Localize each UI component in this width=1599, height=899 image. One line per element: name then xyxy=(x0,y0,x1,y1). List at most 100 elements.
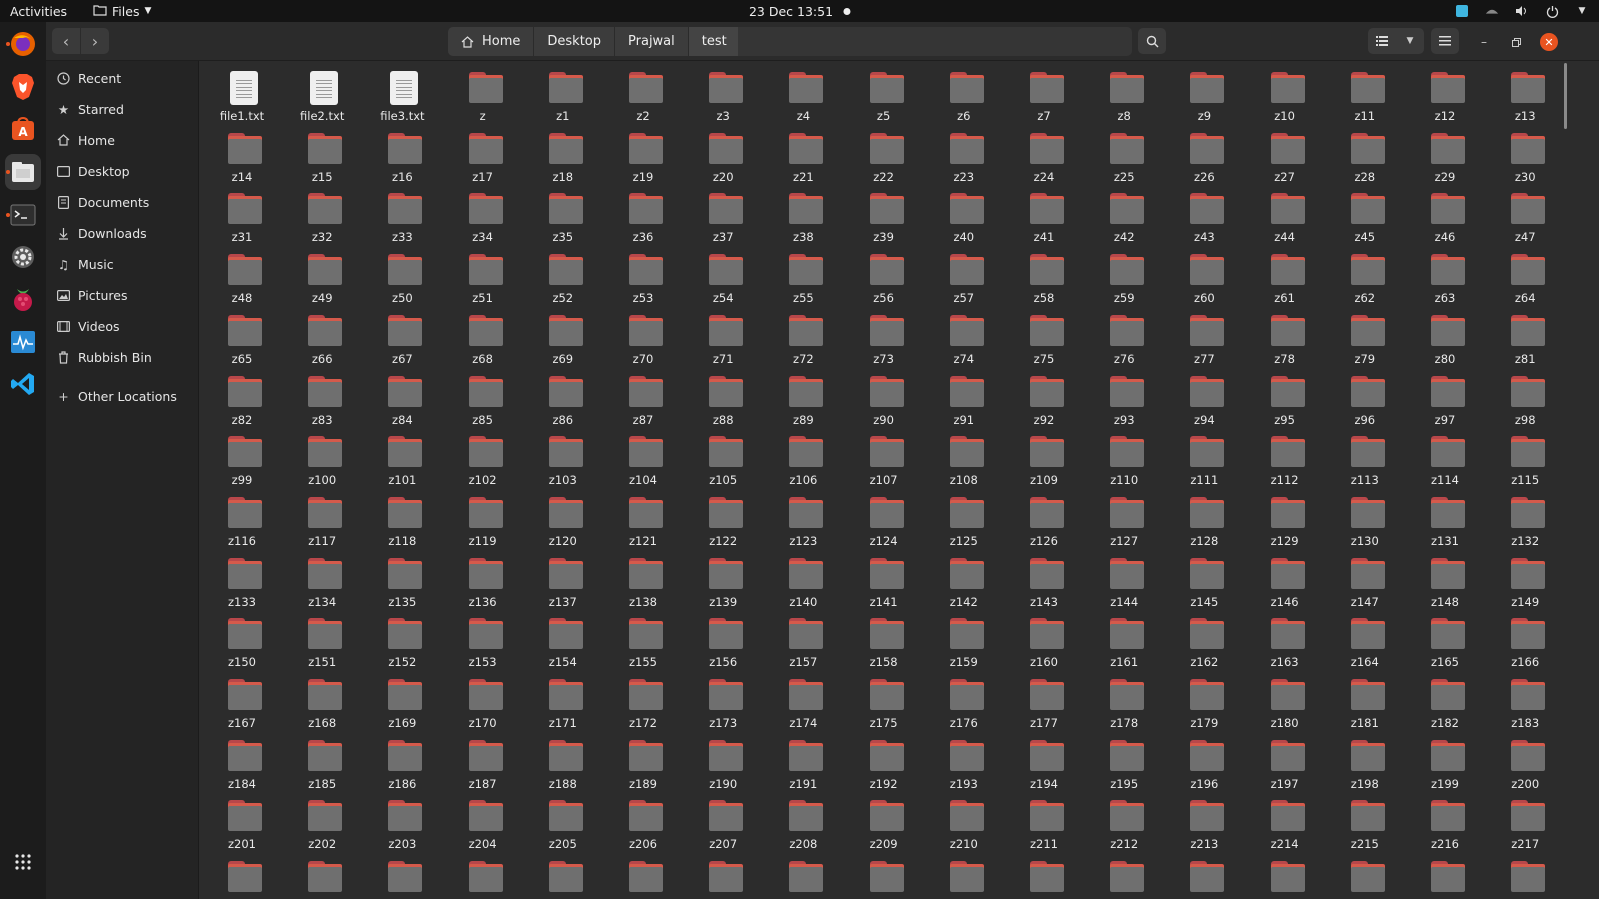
folder-item[interactable]: z53 xyxy=(604,247,682,307)
crumb-prajwal[interactable]: Prajwal xyxy=(615,27,689,56)
folder-item[interactable]: z191 xyxy=(764,733,842,793)
folder-item[interactable]: z100 xyxy=(283,429,361,489)
folder-item[interactable]: z2 xyxy=(604,65,682,125)
folder-item[interactable]: z176 xyxy=(925,672,1003,732)
view-options-button[interactable]: ▼ xyxy=(1396,28,1424,54)
folder-item[interactable]: z89 xyxy=(764,369,842,429)
folder-item[interactable]: z163 xyxy=(1246,611,1324,671)
folder-item[interactable]: z48 xyxy=(203,247,281,307)
folder-item[interactable]: z199 xyxy=(1406,733,1484,793)
folder-item[interactable]: z198 xyxy=(1326,733,1404,793)
folder-item[interactable]: z168 xyxy=(283,672,361,732)
folder-item[interactable] xyxy=(524,854,602,899)
folder-item[interactable]: z193 xyxy=(925,733,1003,793)
folder-item[interactable]: z128 xyxy=(1165,490,1243,550)
folder-item[interactable]: z181 xyxy=(1326,672,1404,732)
folder-item[interactable]: z111 xyxy=(1165,429,1243,489)
folder-item[interactable]: z77 xyxy=(1165,308,1243,368)
folder-item[interactable]: z17 xyxy=(444,126,522,186)
folder-item[interactable]: z43 xyxy=(1165,186,1243,246)
dock-settings[interactable] xyxy=(5,239,41,275)
folder-item[interactable]: z92 xyxy=(1005,369,1083,429)
file-item[interactable]: file3.txt xyxy=(363,65,441,125)
folder-item[interactable]: z141 xyxy=(845,551,923,611)
folder-item[interactable]: z183 xyxy=(1486,672,1563,732)
folder-item[interactable]: z101 xyxy=(363,429,441,489)
folder-item[interactable]: z161 xyxy=(1085,611,1163,671)
close-button[interactable]: ✕ xyxy=(1540,33,1558,51)
folder-item[interactable]: z78 xyxy=(1246,308,1324,368)
sidebar-item-music[interactable]: ♫ Music xyxy=(46,250,199,278)
app-menu[interactable]: Files ▼ xyxy=(93,4,151,19)
folder-item[interactable]: z82 xyxy=(203,369,281,429)
folder-item[interactable]: z37 xyxy=(684,186,762,246)
folder-item[interactable]: z99 xyxy=(203,429,281,489)
folder-item[interactable]: z18 xyxy=(524,126,602,186)
folder-item[interactable]: z208 xyxy=(764,793,842,853)
folder-item[interactable]: z52 xyxy=(524,247,602,307)
search-button[interactable] xyxy=(1138,28,1166,54)
folder-item[interactable]: z212 xyxy=(1085,793,1163,853)
folder-item[interactable]: z211 xyxy=(1005,793,1083,853)
folder-item[interactable]: z179 xyxy=(1165,672,1243,732)
folder-item[interactable]: z56 xyxy=(845,247,923,307)
folder-item[interactable] xyxy=(1246,854,1324,899)
folder-item[interactable]: z83 xyxy=(283,369,361,429)
folder-item[interactable]: z189 xyxy=(604,733,682,793)
folder-item[interactable]: z70 xyxy=(604,308,682,368)
folder-item[interactable]: z187 xyxy=(444,733,522,793)
folder-item[interactable]: z59 xyxy=(1085,247,1163,307)
sidebar-item-recent[interactable]: Recent xyxy=(46,64,199,92)
folder-item[interactable]: z214 xyxy=(1246,793,1324,853)
folder-item[interactable]: z180 xyxy=(1246,672,1324,732)
folder-item[interactable]: z213 xyxy=(1165,793,1243,853)
folder-item[interactable]: z40 xyxy=(925,186,1003,246)
folder-item[interactable] xyxy=(1406,854,1484,899)
folder-item[interactable]: z164 xyxy=(1326,611,1404,671)
folder-item[interactable]: z24 xyxy=(1005,126,1083,186)
folder-item[interactable]: z182 xyxy=(1406,672,1484,732)
folder-item[interactable]: z7 xyxy=(1005,65,1083,125)
folder-item[interactable]: z202 xyxy=(283,793,361,853)
folder-item[interactable]: z15 xyxy=(283,126,361,186)
folder-item[interactable] xyxy=(283,854,361,899)
folder-item[interactable]: z35 xyxy=(524,186,602,246)
folder-item[interactable]: z194 xyxy=(1005,733,1083,793)
folder-item[interactable]: z61 xyxy=(1246,247,1324,307)
chevron-down-icon[interactable]: ▼ xyxy=(1575,4,1589,18)
folder-item[interactable]: z129 xyxy=(1246,490,1324,550)
folder-item[interactable]: z112 xyxy=(1246,429,1324,489)
folder-item[interactable]: z72 xyxy=(764,308,842,368)
folder-item[interactable]: z177 xyxy=(1005,672,1083,732)
folder-item[interactable]: z116 xyxy=(203,490,281,550)
sidebar-item-starred[interactable]: ★ Starred xyxy=(46,95,199,123)
folder-item[interactable]: z178 xyxy=(1085,672,1163,732)
folder-item[interactable]: z57 xyxy=(925,247,1003,307)
folder-item[interactable]: z108 xyxy=(925,429,1003,489)
folder-item[interactable]: z185 xyxy=(283,733,361,793)
sidebar-item-documents[interactable]: Documents xyxy=(46,188,199,216)
folder-item[interactable]: z206 xyxy=(604,793,682,853)
system-tray[interactable]: ▼ xyxy=(1455,4,1589,18)
folder-item[interactable]: z8 xyxy=(1085,65,1163,125)
folder-item[interactable]: z215 xyxy=(1326,793,1404,853)
folder-item[interactable]: z67 xyxy=(363,308,441,368)
folder-item[interactable]: z171 xyxy=(524,672,602,732)
sidebar-item-other-locations[interactable]: + Other Locations xyxy=(46,382,199,410)
folder-item[interactable]: z88 xyxy=(684,369,762,429)
folder-item[interactable]: z20 xyxy=(684,126,762,186)
sidebar-item-downloads[interactable]: Downloads xyxy=(46,219,199,247)
folder-item[interactable]: z66 xyxy=(283,308,361,368)
folder-item[interactable]: z25 xyxy=(1085,126,1163,186)
folder-item[interactable]: z12 xyxy=(1406,65,1484,125)
folder-item[interactable]: z11 xyxy=(1326,65,1404,125)
folder-item[interactable]: z97 xyxy=(1406,369,1484,429)
folder-item[interactable]: z49 xyxy=(283,247,361,307)
folder-item[interactable]: z136 xyxy=(444,551,522,611)
folder-item[interactable]: z124 xyxy=(845,490,923,550)
folder-item[interactable]: z203 xyxy=(363,793,441,853)
folder-item[interactable]: z166 xyxy=(1486,611,1563,671)
folder-item[interactable]: z113 xyxy=(1326,429,1404,489)
folder-item[interactable]: z68 xyxy=(444,308,522,368)
folder-item[interactable]: z105 xyxy=(684,429,762,489)
